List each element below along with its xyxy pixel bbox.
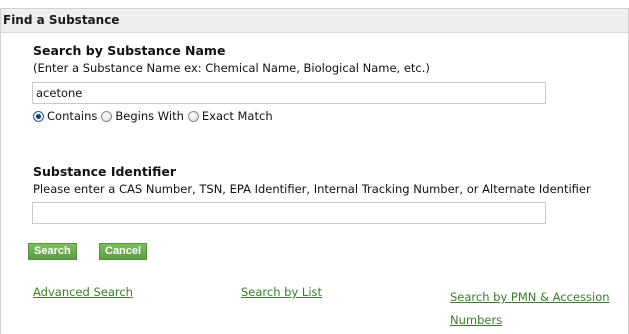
identifier-help: Please enter a CAS Number, TSN, EPA Iden… [33, 182, 591, 196]
search-by-pmn-link-line2[interactable]: Numbers [450, 313, 502, 327]
name-search-help: (Enter a Substance Name ex: Chemical Nam… [33, 61, 430, 75]
search-by-pmn-link-line1[interactable]: Search by PMN & Accession [450, 290, 610, 304]
contains-label[interactable]: Contains [47, 109, 97, 123]
begins-with-label[interactable]: Begins With [115, 109, 184, 123]
panel-title: Find a Substance [1, 9, 628, 33]
begins-with-radio[interactable] [101, 110, 113, 122]
search-button[interactable]: Search [28, 243, 77, 260]
search-by-pmn-link[interactable]: Search by PMN & Accession Numbers [450, 285, 610, 331]
identifier-title: Substance Identifier [33, 164, 176, 179]
cancel-button[interactable]: Cancel [99, 243, 148, 260]
contains-radio[interactable] [33, 110, 44, 122]
substance-name-input[interactable] [32, 82, 546, 104]
name-search-title: Search by Substance Name [33, 43, 226, 58]
advanced-search-link[interactable]: Advanced Search [33, 285, 133, 299]
exact-match-label[interactable]: Exact Match [202, 109, 273, 123]
substance-identifier-input[interactable] [32, 202, 546, 224]
search-by-list-link[interactable]: Search by List [241, 285, 322, 299]
find-substance-panel: Find a Substance Search by Substance Nam… [0, 8, 629, 334]
match-type-options: Contains Begins With Exact Match [33, 109, 277, 123]
exact-match-radio[interactable] [187, 110, 199, 122]
